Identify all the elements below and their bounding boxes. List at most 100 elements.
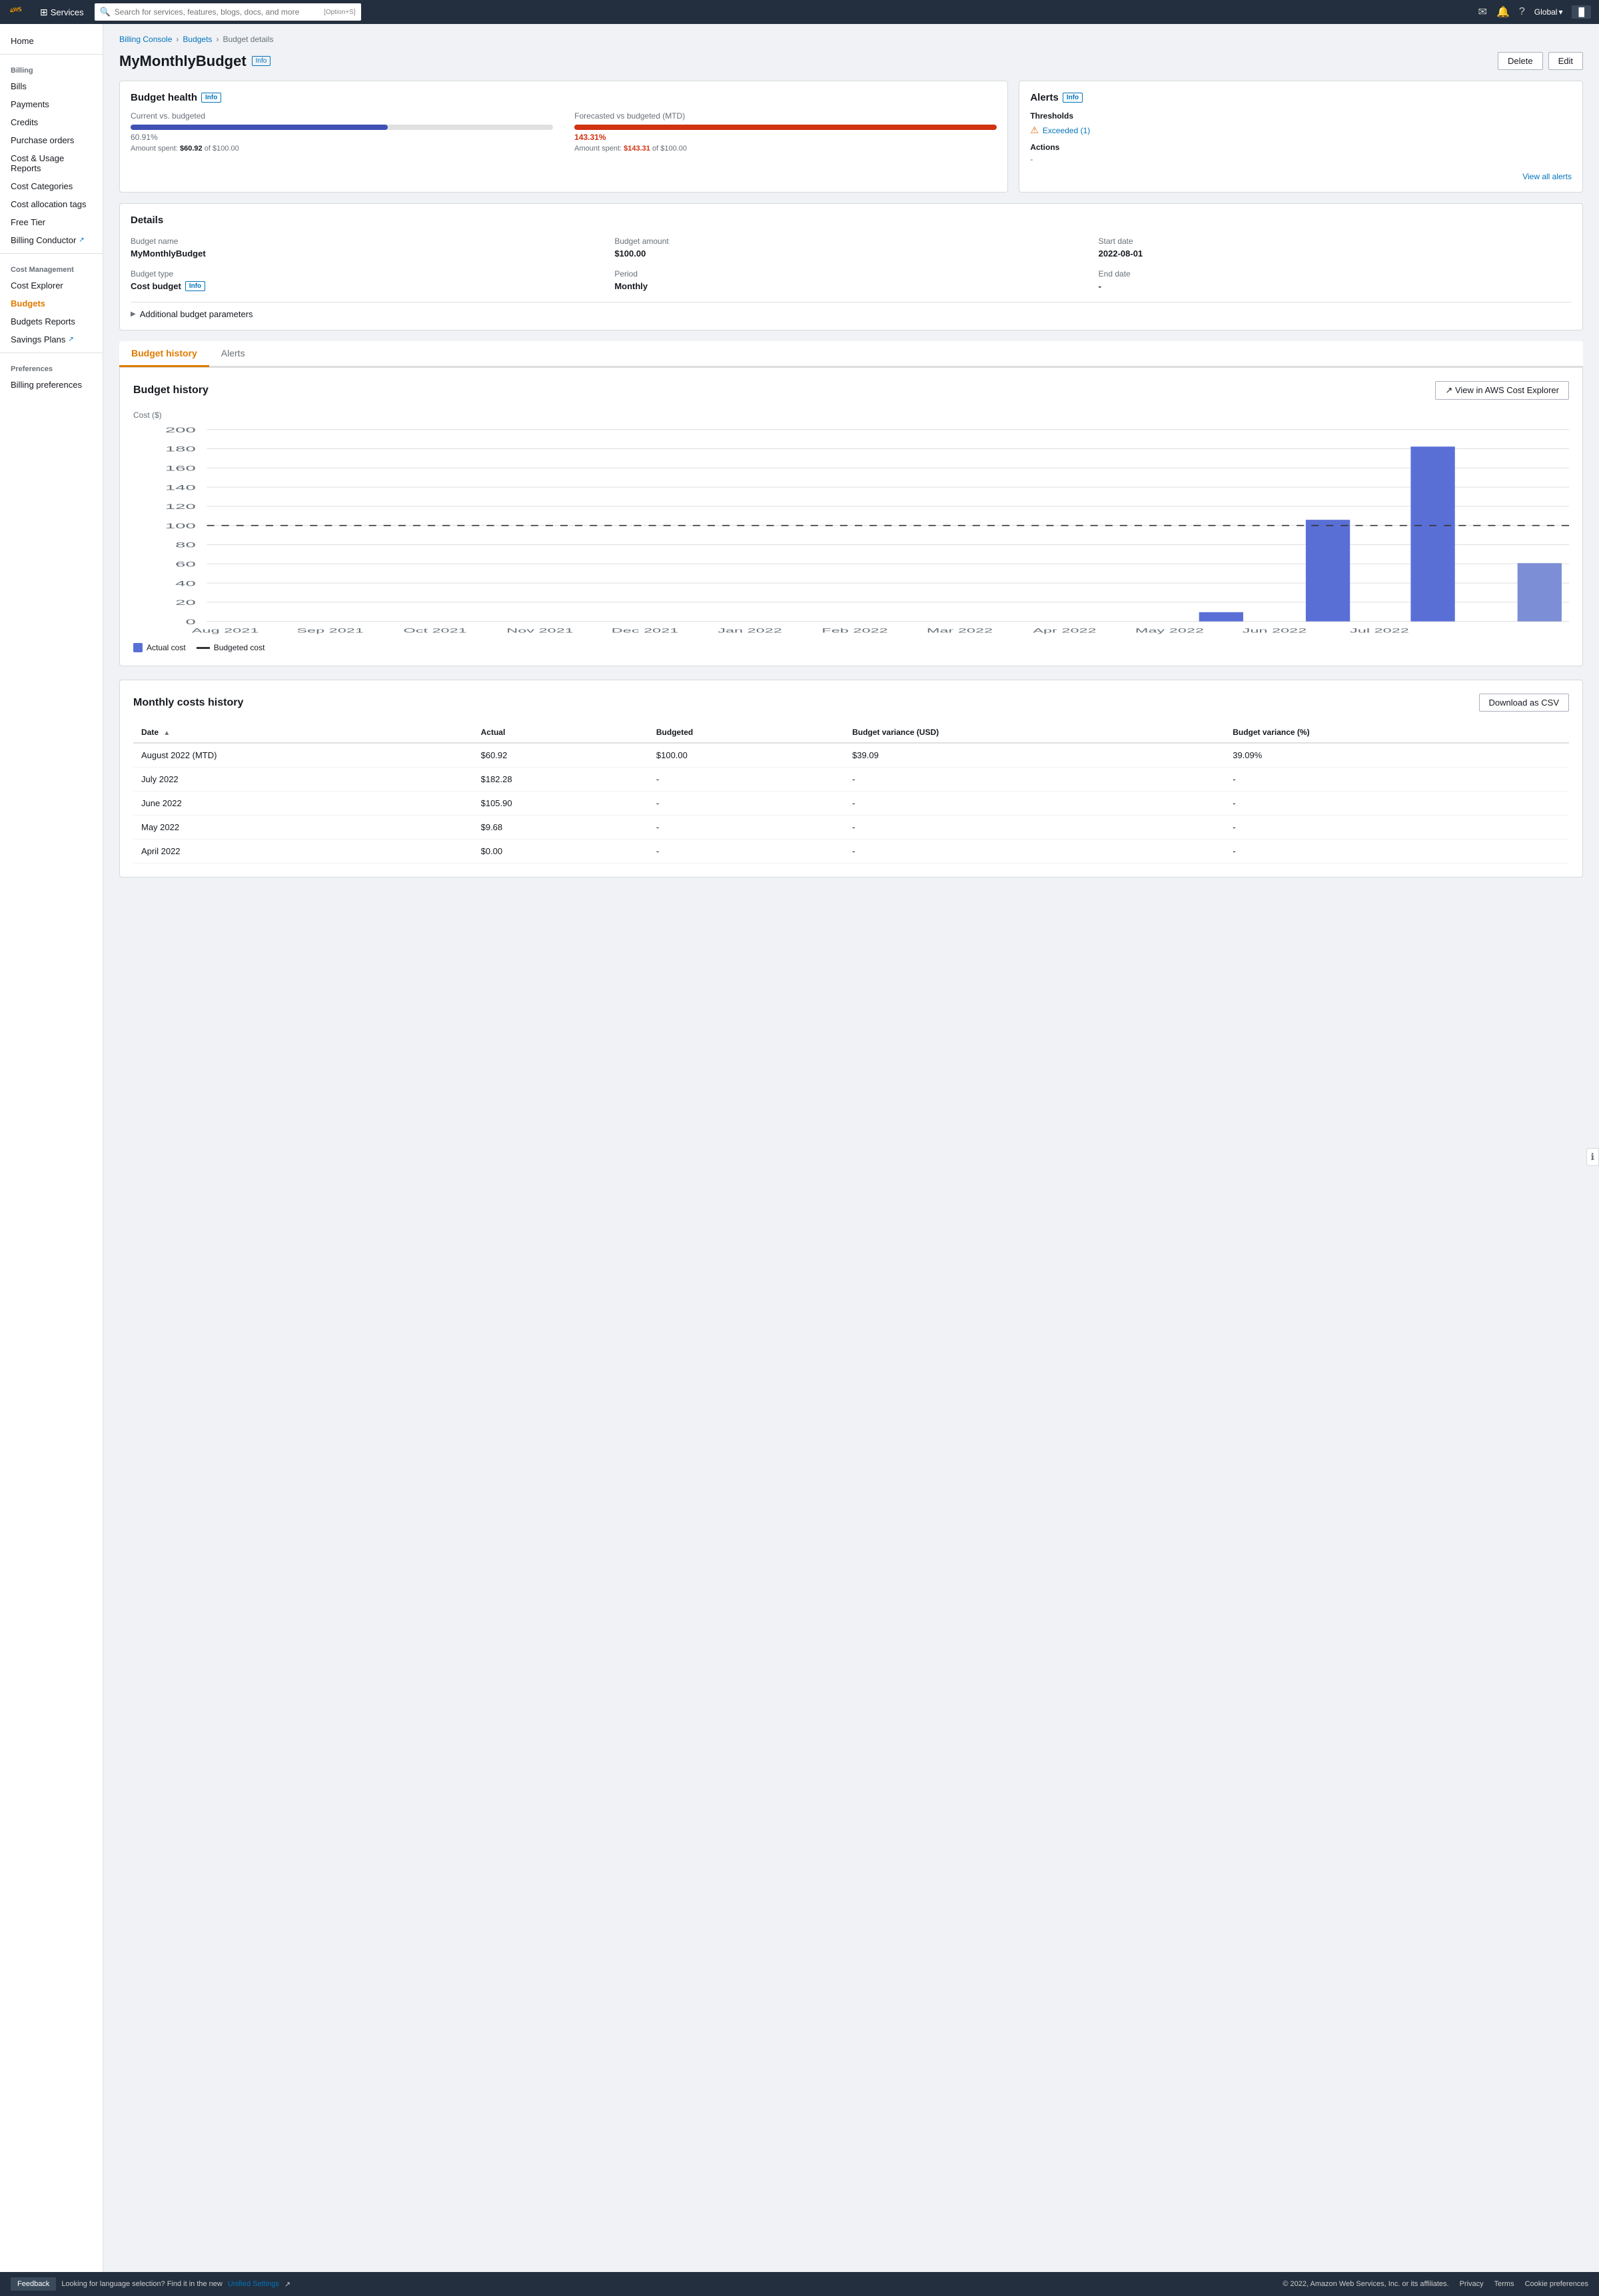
cell-variance-pct: - [1225,816,1569,840]
sidebar-item-cost-usage-reports[interactable]: Cost & Usage Reports [0,149,103,177]
footer-copyright: © 2022, Amazon Web Services, Inc. or its… [1283,2280,1448,2288]
view-in-explorer-button[interactable]: ↗ View in AWS Cost Explorer [1435,381,1569,400]
sidebar-item-free-tier[interactable]: Free Tier [0,213,103,231]
sidebar-item-billing-conductor[interactable]: Billing Conductor ↗ [0,231,103,249]
svg-text:Nov 2021: Nov 2021 [506,628,574,634]
tab-alerts[interactable]: Alerts [209,341,257,367]
svg-text:60: 60 [175,560,196,568]
main-content: Billing Console › Budgets › Budget detai… [103,24,1599,2296]
sidebar-item-purchase-orders[interactable]: Purchase orders [0,131,103,149]
breadcrumb-billing-console[interactable]: Billing Console [119,35,172,44]
y-axis-label: Cost ($) [133,410,1569,420]
current-amount: Amount spent: $60.92 of $100.00 [131,145,553,153]
sidebar-item-bills[interactable]: Bills [0,77,103,95]
footer-language-msg: Looking for language selection? Find it … [61,2280,223,2288]
budget-amount-value: $100.00 [614,249,1087,259]
forecasted-progress-fill [574,125,997,130]
additional-budget-params[interactable]: ▶ Additional budget parameters [131,302,1572,319]
side-info-icon[interactable]: ℹ [1586,1148,1599,1166]
col-budgeted[interactable]: Budgeted [648,722,844,743]
legend-budgeted-cost: Budgeted cost [197,643,265,652]
feedback-button[interactable]: Feedback [11,2277,56,2291]
svg-text:40: 40 [175,580,196,588]
col-variance-pct[interactable]: Budget variance (%) [1225,722,1569,743]
tab-budget-history[interactable]: Budget history [119,341,209,367]
view-all-alerts-link[interactable]: View all alerts [1030,172,1572,181]
privacy-link[interactable]: Privacy [1460,2280,1484,2288]
budgeted-cost-line [197,647,210,649]
cell-budgeted: - [648,768,844,792]
footer: Feedback Looking for language selection?… [0,2272,1599,2296]
sort-icon-date: ▲ [163,730,170,737]
svg-text:Oct 2021: Oct 2021 [403,628,466,634]
sidebar-item-cost-categories[interactable]: Cost Categories [0,177,103,195]
page-info-badge[interactable]: Info [252,56,271,66]
budget-history-section: Budget history ↗ View in AWS Cost Explor… [119,367,1583,666]
breadcrumb: Billing Console › Budgets › Budget detai… [119,35,1583,44]
search-bar[interactable]: 🔍 [Option+S] [95,3,361,21]
bell-icon[interactable]: 🔔 [1496,5,1510,19]
cell-variance-usd: $39.09 [844,743,1225,768]
sidebar-preferences-section: Preferences [0,357,103,376]
details-title: Details [131,215,1572,226]
bar-jun-2022 [1306,520,1350,622]
cell-date: May 2022 [133,816,473,840]
breadcrumb-budgets[interactable]: Budgets [183,35,212,44]
budget-health-title: Budget health Info [131,92,997,103]
services-button[interactable]: ⊞ Services [35,4,89,21]
col-variance-usd[interactable]: Budget variance (USD) [844,722,1225,743]
table-row: May 2022 $9.68 - - - [133,816,1569,840]
budget-health-info[interactable]: Info [201,93,221,103]
monthly-costs-table-wrap: Date ▲ Actual Budgeted Budget variance (… [133,722,1569,863]
thresholds-label: Thresholds [1030,111,1572,121]
chart-legend: Actual cost Budgeted cost [133,643,1569,652]
current-progress-bar [131,125,553,130]
delete-button[interactable]: Delete [1498,52,1543,70]
cell-actual: $9.68 [473,816,648,840]
budget-history-header: Budget history ↗ View in AWS Cost Explor… [133,381,1569,400]
budget-health-card: Budget health Info Current vs. budgeted … [119,81,1008,193]
unified-settings-link[interactable]: Unified Settings [228,2280,279,2288]
sidebar-item-home[interactable]: Home [0,32,103,50]
cell-actual: $105.90 [473,792,648,816]
svg-text:Aug 2021: Aug 2021 [192,628,259,634]
sidebar-item-savings-plans[interactable]: Savings Plans ↗ [0,330,103,348]
sidebar-cost-mgmt-section: Cost Management [0,258,103,277]
exceeded-link[interactable]: Exceeded (1) [1043,126,1090,135]
breadcrumb-sep-1: › [176,35,179,44]
start-date-value: 2022-08-01 [1099,249,1572,259]
account-button[interactable]: █ [1572,5,1591,19]
end-date-value: - [1099,281,1572,291]
terms-link[interactable]: Terms [1494,2280,1514,2288]
sidebar-item-payments[interactable]: Payments [0,95,103,113]
sidebar-item-budgets[interactable]: Budgets [0,294,103,312]
sidebar-item-cost-allocation-tags[interactable]: Cost allocation tags [0,195,103,213]
cell-variance-usd: - [844,768,1225,792]
sidebar-item-cost-explorer[interactable]: Cost Explorer [0,277,103,294]
breadcrumb-sep-2: › [216,35,219,44]
cookie-prefs-link[interactable]: Cookie preferences [1525,2280,1588,2288]
monthly-costs-section: Monthly costs history Download as CSV Da… [119,680,1583,877]
table-row: April 2022 $0.00 - - - [133,840,1569,863]
col-date[interactable]: Date ▲ [133,722,473,743]
svg-text:20: 20 [175,599,196,607]
budget-type-info[interactable]: Info [185,281,205,291]
sidebar-item-budgets-reports[interactable]: Budgets Reports [0,312,103,330]
alerts-title: Alerts Info [1030,92,1572,103]
mail-icon[interactable]: ✉ [1478,5,1487,19]
col-actual[interactable]: Actual [473,722,648,743]
sidebar-item-billing-preferences[interactable]: Billing preferences [0,376,103,394]
chart-area: Cost ($) 200 180 [133,410,1569,652]
download-csv-button[interactable]: Download as CSV [1479,694,1570,712]
svg-text:80: 80 [175,542,196,550]
table-row: August 2022 (MTD) $60.92 $100.00 $39.09 … [133,743,1569,768]
alerts-info-badge[interactable]: Info [1063,93,1083,103]
help-icon[interactable]: ? [1519,6,1525,18]
search-input[interactable] [115,7,320,17]
edit-button[interactable]: Edit [1548,52,1583,70]
external-link-icon: ↗ [79,237,84,244]
sidebar-item-credits[interactable]: Credits [0,113,103,131]
top-navigation: ⊞ Services 🔍 [Option+S] ✉ 🔔 ? Global ▾ █ [0,0,1599,24]
global-selector[interactable]: Global ▾ [1534,7,1563,17]
aws-logo[interactable] [8,6,27,18]
